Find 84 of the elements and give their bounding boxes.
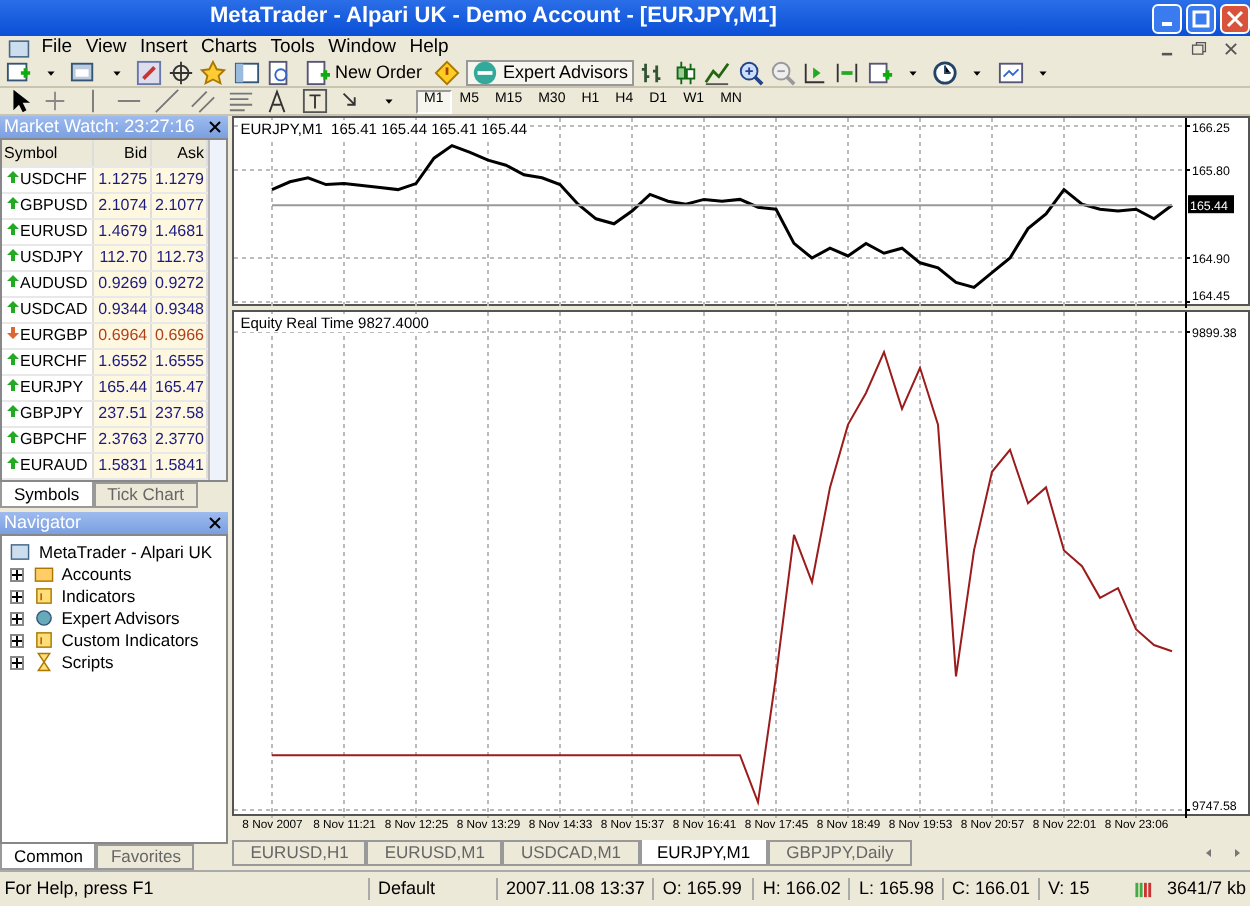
minimize-icon [1162, 22, 1172, 26]
maximize-button[interactable] [1186, 3, 1216, 33]
line-chart-icon[interactable] [703, 60, 732, 86]
status-field: L: 165.98 [848, 878, 942, 900]
panel-tab[interactable]: Tick Chart [93, 482, 199, 508]
chart-shift-icon[interactable] [801, 60, 830, 86]
terminal-icon [6, 539, 35, 565]
panel-title: Navigator [4, 512, 84, 535]
zoom-in-icon[interactable] [736, 60, 765, 86]
symbol-name: EURCHF [20, 352, 87, 371]
symbol-name: AUDUSD [20, 274, 88, 293]
symbol-name: USDJPY [20, 248, 84, 267]
clock-icon[interactable] [931, 60, 960, 86]
expert-advisors-button[interactable]: Expert Advisors [465, 60, 635, 86]
trendline-icon[interactable] [152, 88, 181, 114]
tree-item[interactable]: MetaTrader - Alpari UK [39, 541, 213, 563]
column-header[interactable]: Bid [93, 140, 151, 167]
expand-icon[interactable] [10, 611, 25, 625]
menu-item[interactable]: Window [323, 36, 401, 60]
new-order-button[interactable]: New Order [297, 60, 429, 86]
symbol-name: GBPJPY [20, 404, 84, 423]
symbol-name: USDCHF [20, 170, 87, 189]
panel-tab[interactable]: Symbols [0, 482, 94, 508]
symbol-name: EURJPY [20, 378, 84, 397]
close-icon [1224, 7, 1246, 29]
scrollbar[interactable] [208, 140, 226, 480]
status-field: Default [368, 878, 496, 900]
chart-tab[interactable]: EURJPY,M1 [639, 840, 769, 866]
text-label-icon[interactable] [300, 88, 329, 114]
add-indicator-icon[interactable] [866, 60, 895, 86]
warning-icon[interactable] [432, 60, 461, 86]
status-field: 3641/7 kb [1158, 878, 1250, 900]
menu-item[interactable]: Insert [135, 36, 192, 60]
column-header[interactable]: Ask [150, 140, 207, 167]
column-header[interactable]: Symbol [2, 140, 94, 167]
status-text: For Help, press F1 [2, 878, 156, 900]
panel-tab[interactable]: Favorites [96, 844, 195, 870]
plus-document-icon [303, 60, 331, 86]
chart-tab[interactable]: EURUSD,H1 [232, 840, 367, 866]
symbol-name: USDCAD [20, 300, 88, 319]
expand-icon[interactable] [10, 567, 25, 581]
window-icon[interactable] [232, 60, 260, 86]
symbol-name: EURUSD [20, 222, 88, 241]
menu-item[interactable]: View [81, 36, 131, 60]
expand-icon[interactable] [10, 655, 25, 669]
menu-item[interactable]: Tools [265, 36, 320, 60]
tree-item[interactable]: Scripts [61, 651, 114, 673]
chart-tab[interactable]: GBPJPY,Daily [768, 840, 912, 866]
status-field: 2007.11.08 13:37 [496, 878, 653, 900]
tree-item[interactable]: Accounts [61, 563, 132, 585]
symbol-name: EURAUD [20, 456, 88, 475]
window-title: MetaTrader - Alpari UK - Demo Account - [EURJPY,M1] [210, 4, 779, 32]
minimize-button[interactable] [1152, 3, 1182, 33]
close-button[interactable] [1220, 3, 1250, 33]
expand-icon[interactable] [10, 633, 25, 647]
profiles-icon[interactable] [69, 60, 98, 86]
pencil-icon[interactable] [134, 60, 163, 86]
status-field: H: 166.02 [752, 878, 849, 900]
status-field: V: 15 [1038, 878, 1115, 900]
status-field: C: 166.01 [941, 878, 1039, 900]
status-field: O: 165.99 [652, 878, 753, 900]
panel-title: Market Watch: 23:27:16 [4, 116, 197, 138]
panel-tab[interactable]: Common [0, 844, 97, 870]
candlestick-icon[interactable] [671, 60, 700, 86]
template-icon[interactable] [996, 60, 1025, 86]
menu-item[interactable]: Charts [196, 36, 262, 60]
symbol-name: GBPCHF [20, 430, 87, 449]
tree-item[interactable]: Indicators [61, 585, 136, 607]
menu-item[interactable]: Help [404, 36, 454, 60]
symbol-name: EURGBP [20, 326, 88, 345]
chart-tab[interactable]: EURUSD,M1 [366, 840, 503, 866]
app-icon[interactable] [4, 35, 33, 61]
crosshair-icon[interactable] [167, 60, 195, 86]
auto-scroll-icon[interactable] [833, 60, 862, 86]
new-chart-icon[interactable] [4, 60, 33, 86]
symbol-name: GBPUSD [20, 196, 88, 215]
tree-item[interactable]: Custom Indicators [61, 629, 199, 651]
maximize-icon [1190, 7, 1212, 29]
chart-tab[interactable]: USDCAD,M1 [502, 840, 639, 866]
document-search-icon[interactable] [264, 60, 293, 86]
expand-icon[interactable] [10, 589, 25, 603]
channel-icon[interactable] [189, 88, 218, 114]
tree-item[interactable]: Expert Advisors [61, 607, 180, 629]
menu-item[interactable]: File [37, 36, 77, 60]
